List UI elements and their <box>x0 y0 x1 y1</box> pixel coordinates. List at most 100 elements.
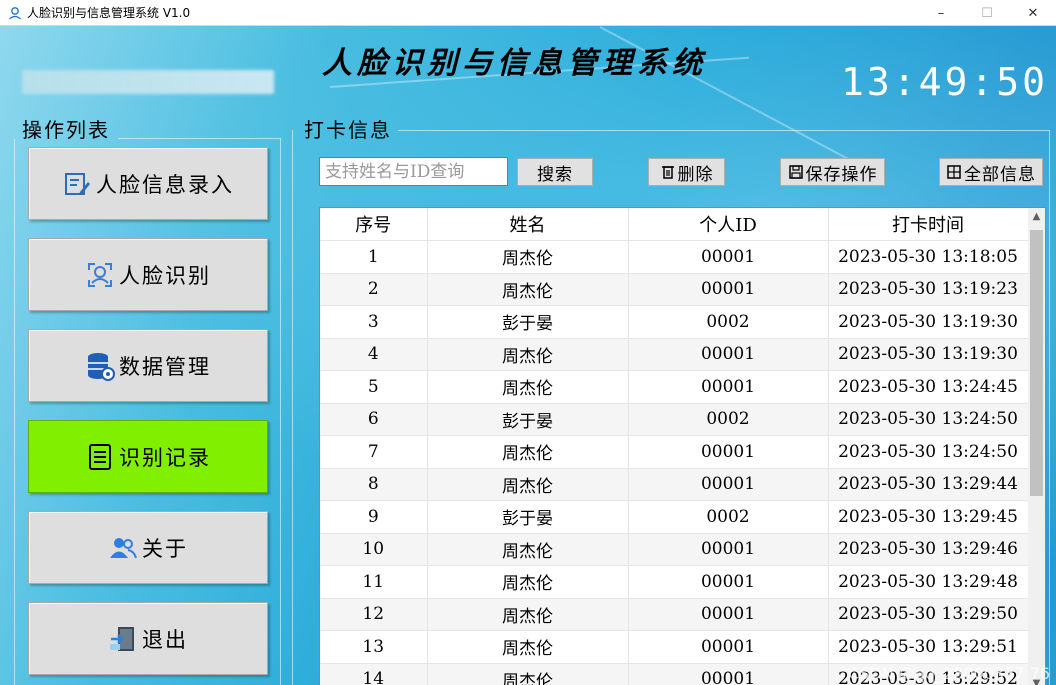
minimize-icon: – <box>937 5 945 21</box>
clock-display: 13:49:50 <box>840 60 1048 104</box>
nav-face-entry-button[interactable]: 人脸信息录入 <box>28 147 268 220</box>
table-row[interactable]: 2 周杰伦 00001 2023-05-30 13:19:23 <box>320 273 1029 306</box>
table-cell: 彭于晏 <box>427 500 629 534</box>
nav-item-label: 退出 <box>142 627 188 652</box>
table-cell: 00001 <box>628 273 829 306</box>
table-cell: 2023-05-30 13:19:23 <box>828 273 1029 306</box>
table-row[interactable]: 5 周杰伦 00001 2023-05-30 13:24:45 <box>320 370 1029 404</box>
minimize-button[interactable]: – <box>918 0 964 26</box>
table-cell: 4 <box>320 338 428 371</box>
table-cell: 2023-05-30 13:18:05 <box>828 240 1029 274</box>
table-cell: 周杰伦 <box>427 533 629 566</box>
table-row[interactable]: 9 彭于晏 0002 2023-05-30 13:29:45 <box>320 500 1029 534</box>
table-row[interactable]: 11 周杰伦 00001 2023-05-30 13:29:48 <box>320 565 1029 599</box>
table-cell: 彭于晏 <box>427 305 629 339</box>
nav-item-label: 关于 <box>142 536 188 561</box>
table-cell: 周杰伦 <box>427 370 629 404</box>
column-header[interactable]: 序号 <box>320 208 428 241</box>
close-button[interactable]: ✕ <box>1010 0 1056 26</box>
nav-item-label: 识别记录 <box>119 445 211 470</box>
table-cell: 14 <box>320 663 428 685</box>
column-header[interactable]: 姓名 <box>427 208 629 241</box>
table-cell: 2023-05-30 13:29:48 <box>828 565 1029 599</box>
table-cell: 周杰伦 <box>427 630 629 664</box>
nav-recognition-record-button[interactable]: 识别记录 <box>28 420 268 493</box>
table-cell: 00001 <box>628 468 829 501</box>
nav-about-button[interactable]: 关于 <box>28 511 268 584</box>
table-cell: 2 <box>320 273 428 306</box>
table-cell: 7 <box>320 435 428 469</box>
all-info-button[interactable]: 全部信息 <box>939 158 1043 186</box>
column-header[interactable]: 打卡时间 <box>828 208 1029 241</box>
table-cell: 周杰伦 <box>427 338 629 371</box>
delete-button-label: 删除 <box>677 164 714 185</box>
nav-data-management-button[interactable]: 数据管理 <box>28 329 268 402</box>
table-cell: 周杰伦 <box>427 663 629 685</box>
table-cell: 00001 <box>628 435 829 469</box>
document-list-icon <box>89 443 111 470</box>
table-cell: 周杰伦 <box>427 240 629 274</box>
save-button[interactable]: 保存操作 <box>780 158 885 186</box>
search-button-label: 搜索 <box>537 164 573 185</box>
column-header[interactable]: 个人ID <box>628 208 829 241</box>
delete-button[interactable]: 删除 <box>648 158 725 186</box>
table-cell: 00001 <box>628 565 829 599</box>
blurred-user-info <box>22 70 274 94</box>
database-gear-icon <box>88 352 115 381</box>
app-title: 人脸识别与信息管理系统 <box>322 46 707 81</box>
table-row[interactable]: 8 周杰伦 00001 2023-05-30 13:29:44 <box>320 468 1029 501</box>
scroll-thumb[interactable] <box>1030 230 1043 496</box>
window-titlebar: 人脸识别与信息管理系统 V1.0 – ☐ ✕ <box>0 0 1056 26</box>
table-cell: 2023-05-30 13:24:45 <box>828 370 1029 404</box>
table-cell: 00001 <box>628 338 829 371</box>
table-row[interactable]: 3 彭于晏 0002 2023-05-30 13:19:30 <box>320 305 1029 339</box>
table-cell: 0002 <box>628 403 829 436</box>
table-cell: 周杰伦 <box>427 435 629 469</box>
trash-icon <box>661 166 674 179</box>
table-cell: 11 <box>320 565 428 599</box>
nav-exit-button[interactable]: 退出 <box>28 602 268 675</box>
form-edit-icon <box>65 172 90 195</box>
all-info-button-label: 全部信息 <box>964 164 1036 185</box>
table-cell: 周杰伦 <box>427 598 629 631</box>
maximize-button[interactable]: ☐ <box>964 0 1010 26</box>
table-cell: 00001 <box>628 533 829 566</box>
table-row[interactable]: 13 周杰伦 00001 2023-05-30 13:29:51 <box>320 630 1029 664</box>
table-cell: 2023-05-30 13:24:50 <box>828 435 1029 469</box>
maximize-icon: ☐ <box>981 5 993 21</box>
face-scan-icon <box>88 262 112 287</box>
vertical-scrollbar[interactable]: ▲ ▼ <box>1028 208 1045 685</box>
save-icon <box>788 165 803 179</box>
table-row[interactable]: 6 彭于晏 0002 2023-05-30 13:24:50 <box>320 403 1029 436</box>
app-face-icon <box>9 6 21 19</box>
checkin-table[interactable]: 序号 姓名 个人ID 打卡时间 1 周杰伦 00001 2023-05-30 13:1… <box>319 207 1046 685</box>
table-cell: 2023-05-30 13:29:45 <box>828 500 1029 534</box>
search-input[interactable] <box>319 157 508 186</box>
table-cell: 00001 <box>628 370 829 404</box>
table-cell: 周杰伦 <box>427 273 629 306</box>
nav-face-recognition-button[interactable]: 人脸识别 <box>28 238 268 311</box>
table-cell: 00001 <box>628 630 829 664</box>
table-row[interactable]: 12 周杰伦 00001 2023-05-30 13:29:50 <box>320 598 1029 631</box>
nav-item-label: 数据管理 <box>119 354 211 379</box>
table-row[interactable]: 7 周杰伦 00001 2023-05-30 13:24:50 <box>320 435 1029 469</box>
table-cell: 12 <box>320 598 428 631</box>
table-cell: 10 <box>320 533 428 566</box>
table-cell: 2023-05-30 13:29:46 <box>828 533 1029 566</box>
table-row[interactable]: 10 周杰伦 00001 2023-05-30 13:29:46 <box>320 533 1029 566</box>
users-icon <box>110 537 137 558</box>
table-row[interactable]: 1 周杰伦 00001 2023-05-30 13:18:05 <box>320 240 1029 274</box>
table-cell: 0002 <box>628 500 829 534</box>
table-row[interactable]: 4 周杰伦 00001 2023-05-30 13:19:30 <box>320 338 1029 371</box>
table-cell: 2023-05-30 13:19:30 <box>828 338 1029 371</box>
table-cell: 2023-05-30 13:29:44 <box>828 468 1029 501</box>
table-cell: 周杰伦 <box>427 468 629 501</box>
table-cell: 彭于晏 <box>427 403 629 436</box>
table-cell: 1 <box>320 240 428 274</box>
table-cell: 0002 <box>628 305 829 339</box>
search-button[interactable]: 搜索 <box>517 158 593 186</box>
table-cell: 8 <box>320 468 428 501</box>
exit-door-icon <box>110 626 134 651</box>
table-header-row: 序号 姓名 个人ID 打卡时间 <box>320 208 1029 241</box>
scroll-up-arrow-icon[interactable]: ▲ <box>1028 208 1045 225</box>
